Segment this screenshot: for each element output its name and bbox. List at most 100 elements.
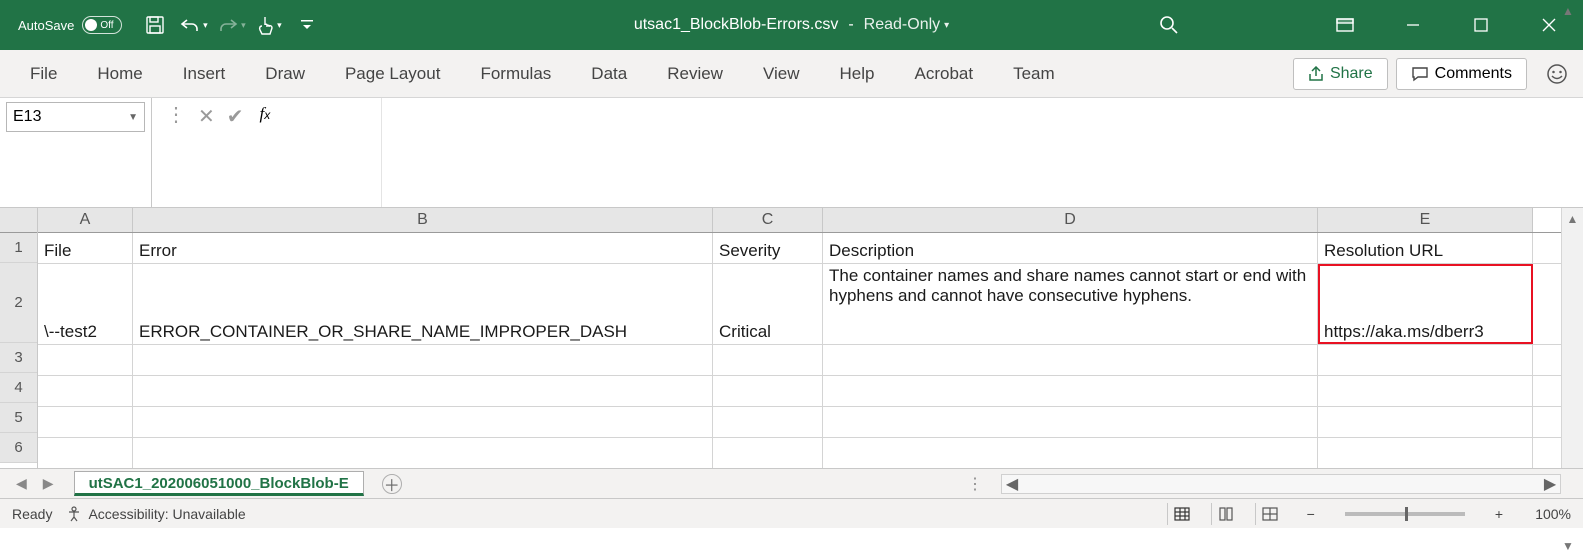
cell-e2-highlighted[interactable]: https://aka.ms/dberr3 (1318, 264, 1533, 344)
tab-data[interactable]: Data (571, 50, 647, 97)
cell[interactable] (133, 407, 713, 437)
more-icon[interactable]: ⋮ (166, 104, 186, 126)
cell-c2[interactable]: Critical (713, 264, 823, 344)
tab-acrobat[interactable]: Acrobat (894, 50, 993, 97)
insert-function-button[interactable]: fx (260, 104, 271, 124)
tab-insert[interactable]: Insert (163, 50, 246, 97)
sheet-nav-next[interactable]: ▶ (35, 475, 62, 492)
select-all-button[interactable] (0, 208, 37, 233)
name-box[interactable]: E13 ▼ (6, 102, 145, 132)
cell[interactable] (823, 438, 1318, 468)
cell-c1[interactable]: Severity (713, 233, 823, 263)
cell[interactable] (1318, 345, 1533, 375)
tab-home[interactable]: Home (77, 50, 162, 97)
row-header-6[interactable]: 6 (0, 433, 37, 463)
ribbon-display-options-button[interactable] (1311, 0, 1379, 50)
table-row (38, 376, 1583, 407)
scroll-up-icon[interactable]: ▲ (1567, 212, 1579, 226)
tab-review[interactable]: Review (647, 50, 743, 97)
title-bar: AutoSave Off ▾ ▾ ▾ utsac1_BlockBlob-Erro… (0, 0, 1583, 50)
maximize-button[interactable] (1447, 0, 1515, 50)
enter-formula-button[interactable]: ✔ (227, 104, 244, 129)
col-header-a[interactable]: A (38, 208, 133, 232)
tab-view[interactable]: View (743, 50, 820, 97)
cell[interactable] (1318, 438, 1533, 468)
row-header-4[interactable]: 4 (0, 373, 37, 403)
cell[interactable] (38, 345, 133, 375)
zoom-out-button[interactable]: − (1299, 506, 1323, 522)
share-button[interactable]: Share (1293, 58, 1388, 90)
tab-page-layout[interactable]: Page Layout (325, 50, 460, 97)
tab-split-handle[interactable]: ⋮ (967, 474, 983, 494)
cell-a1[interactable]: File (38, 233, 133, 263)
cell[interactable] (1318, 407, 1533, 437)
col-header-c[interactable]: C (713, 208, 823, 232)
tab-file[interactable]: File (10, 50, 77, 97)
save-button[interactable] (138, 8, 172, 42)
touch-mode-button[interactable]: ▾ (252, 8, 286, 42)
cell[interactable] (713, 345, 823, 375)
cell[interactable] (713, 407, 823, 437)
vertical-scrollbar[interactable]: ▲ (1561, 208, 1583, 468)
cell[interactable] (38, 438, 133, 468)
cell-b1[interactable]: Error (133, 233, 713, 263)
scroll-right-icon[interactable]: ▶ (1540, 474, 1560, 494)
cancel-formula-button[interactable]: ✕ (198, 104, 215, 129)
cell-e1[interactable]: Resolution URL (1318, 233, 1533, 263)
grid[interactable]: A B C D E File Error Severity Descriptio… (38, 208, 1583, 468)
row-header-5[interactable]: 5 (0, 403, 37, 433)
tab-help[interactable]: Help (820, 50, 895, 97)
col-header-d[interactable]: D (823, 208, 1318, 232)
autosave-switch[interactable]: Off (82, 16, 122, 34)
cell[interactable] (823, 407, 1318, 437)
col-header-e[interactable]: E (1318, 208, 1533, 232)
view-normal-button[interactable] (1167, 503, 1197, 525)
tab-team[interactable]: Team (993, 50, 1075, 97)
zoom-slider[interactable] (1345, 512, 1465, 516)
cell-b2[interactable]: ERROR_CONTAINER_OR_SHARE_NAME_IMPROPER_D… (133, 264, 713, 344)
table-row (38, 407, 1583, 438)
row-header-2[interactable]: 2 (0, 263, 37, 343)
title-separator: - (848, 16, 853, 34)
redo-button[interactable]: ▾ (214, 8, 248, 42)
cell[interactable] (713, 376, 823, 406)
add-sheet-button[interactable]: ＋ (382, 474, 402, 494)
comments-button[interactable]: Comments (1396, 58, 1527, 90)
scroll-down-icon[interactable]: ▼ (1555, 539, 1581, 553)
cell-d2[interactable]: The container names and share names cann… (823, 264, 1318, 344)
read-only-mode[interactable]: Read-Only ▾ (864, 16, 950, 34)
view-page-layout-button[interactable] (1211, 503, 1241, 525)
cell[interactable] (823, 345, 1318, 375)
formula-input[interactable] (382, 98, 1583, 207)
tab-draw[interactable]: Draw (245, 50, 325, 97)
cell[interactable] (133, 438, 713, 468)
comments-label: Comments (1435, 65, 1512, 83)
zoom-in-button[interactable]: + (1487, 506, 1511, 522)
tab-formulas[interactable]: Formulas (460, 50, 571, 97)
view-page-break-button[interactable] (1255, 503, 1285, 525)
autosave-toggle[interactable]: AutoSave Off (18, 16, 122, 34)
minimize-button[interactable] (1379, 0, 1447, 50)
cell[interactable] (823, 376, 1318, 406)
cell-d1[interactable]: Description (823, 233, 1318, 263)
cell[interactable] (133, 376, 713, 406)
cell[interactable] (38, 407, 133, 437)
sheet-tab-active[interactable]: utSAC1_202006051000_BlockBlob-E (74, 471, 364, 496)
cell-a2[interactable]: \--test2 (38, 264, 133, 344)
chevron-down-icon[interactable]: ▼ (128, 112, 138, 123)
customize-qat-button[interactable] (290, 8, 324, 42)
cell[interactable] (133, 345, 713, 375)
scroll-left-icon[interactable]: ◀ (1002, 474, 1022, 494)
cell[interactable] (38, 376, 133, 406)
search-button[interactable] (1147, 15, 1191, 35)
accessibility-status[interactable]: Accessibility: Unavailable (66, 506, 245, 522)
sheet-nav-prev[interactable]: ◀ (8, 475, 35, 492)
row-header-1[interactable]: 1 (0, 233, 37, 263)
cell[interactable] (1318, 376, 1533, 406)
horizontal-scrollbar[interactable]: ◀ ▶ (1001, 474, 1561, 494)
cell[interactable] (713, 438, 823, 468)
scroll-up-icon[interactable]: ▲ (1555, 4, 1581, 18)
row-header-3[interactable]: 3 (0, 343, 37, 373)
col-header-b[interactable]: B (133, 208, 713, 232)
undo-button[interactable]: ▾ (176, 8, 210, 42)
